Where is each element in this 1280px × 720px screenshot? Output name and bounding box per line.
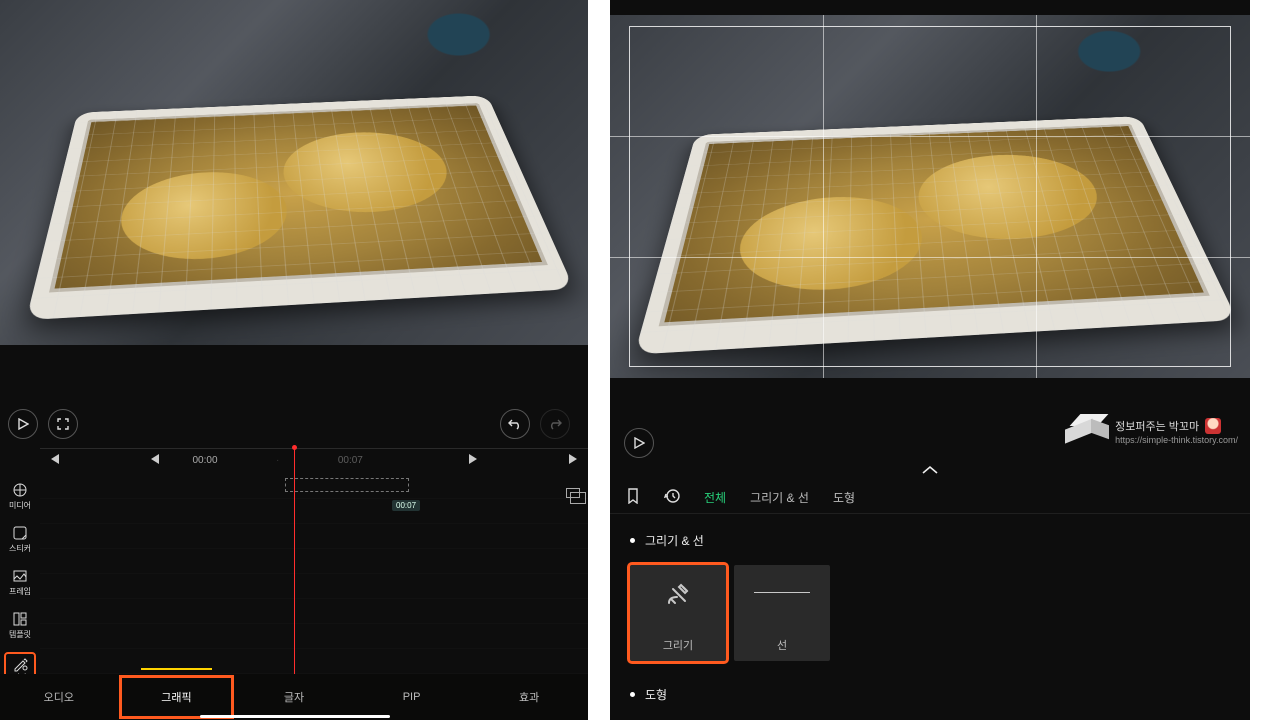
side-toolbar: 미디어 스티커 프레임 템플릿 그리기 & 도형 [0, 474, 40, 674]
time-mark: 00:07 [314, 455, 387, 466]
card-label: 선 [777, 637, 787, 653]
credit-title: 정보퍼주는 박꼬마 [1115, 418, 1199, 434]
skip-start-button[interactable] [40, 454, 68, 467]
side-tool-media[interactable]: 미디어 [4, 480, 36, 513]
home-indicator [200, 715, 390, 718]
filter-drawline[interactable]: 그리기 & 선 [750, 489, 809, 506]
time-start: 00:00 [169, 455, 242, 466]
filter-shape[interactable]: 도형 [833, 489, 855, 506]
player-controls [0, 408, 588, 440]
editor-left-panel: 00:00 · 00:07 미디어 스티커 프레임 템플릿 그리기 & 도형 [0, 0, 588, 720]
side-tool-label: 템플릿 [9, 629, 31, 640]
filter-bar: 전체 그리기 & 선 도형 [610, 482, 1250, 514]
bottom-tabs: 오디오 그래픽 글자 PIP 효과 [0, 674, 588, 720]
timeline-tracks[interactable] [40, 474, 588, 674]
history-icon[interactable] [664, 488, 680, 507]
bookmark-icon[interactable] [626, 488, 640, 507]
expand-panel-button[interactable] [921, 462, 939, 480]
play-button[interactable] [624, 428, 654, 458]
watermark-credit: 정보퍼주는 박꼬마 https://simple-think.tistory.c… [1061, 410, 1238, 454]
credit-url: https://simple-think.tistory.com/ [1115, 435, 1238, 445]
card-label: 그리기 [663, 637, 693, 653]
side-tool-sticker[interactable]: 스티커 [4, 523, 36, 556]
tab-graphic[interactable]: 그래픽 [118, 674, 236, 720]
side-tool-label: 스티커 [9, 543, 31, 554]
undo-button[interactable] [500, 409, 530, 439]
side-tool-label: 미디어 [9, 500, 31, 511]
fullscreen-button[interactable] [48, 409, 78, 439]
skip-end-button[interactable] [560, 454, 588, 467]
preview-player[interactable] [0, 0, 588, 345]
section-drawline: 그리기 & 선 그리기 선 [610, 524, 1250, 669]
preview-with-guides[interactable] [610, 15, 1250, 378]
tab-text[interactable]: 글자 [235, 674, 353, 720]
pencil-icon [661, 565, 695, 623]
line-icon [754, 592, 810, 593]
tab-effect[interactable]: 효과 [470, 674, 588, 720]
clip-duration-tag: 00:07 [392, 500, 420, 511]
section-title: 도형 [610, 678, 1250, 711]
side-tool-label: 프레임 [9, 586, 31, 597]
filter-all[interactable]: 전체 [704, 489, 726, 506]
playhead[interactable] [294, 448, 295, 674]
section-shape: 도형 [610, 678, 1250, 711]
timeline-clip[interactable] [285, 478, 409, 492]
prev-frame-button[interactable] [141, 454, 169, 467]
side-tool-frame[interactable]: 프레임 [4, 566, 36, 599]
tab-audio[interactable]: 오디오 [0, 674, 118, 720]
credit-avatar [1205, 418, 1221, 434]
editor-right-panel: 정보퍼주는 박꼬마 https://simple-think.tistory.c… [610, 0, 1250, 720]
card-line[interactable]: 선 [734, 565, 830, 661]
play-button[interactable] [8, 409, 38, 439]
timeline-ruler[interactable]: 00:00 · 00:07 [40, 448, 588, 472]
side-tool-template[interactable]: 템플릿 [4, 609, 36, 642]
next-frame-button[interactable] [459, 454, 487, 467]
layers-icon[interactable] [566, 488, 580, 498]
tab-pip[interactable]: PIP [353, 674, 471, 720]
section-title: 그리기 & 선 [610, 524, 1250, 557]
card-draw[interactable]: 그리기 [630, 565, 726, 661]
redo-button[interactable] [540, 409, 570, 439]
logo-cube-icon [1061, 410, 1105, 454]
